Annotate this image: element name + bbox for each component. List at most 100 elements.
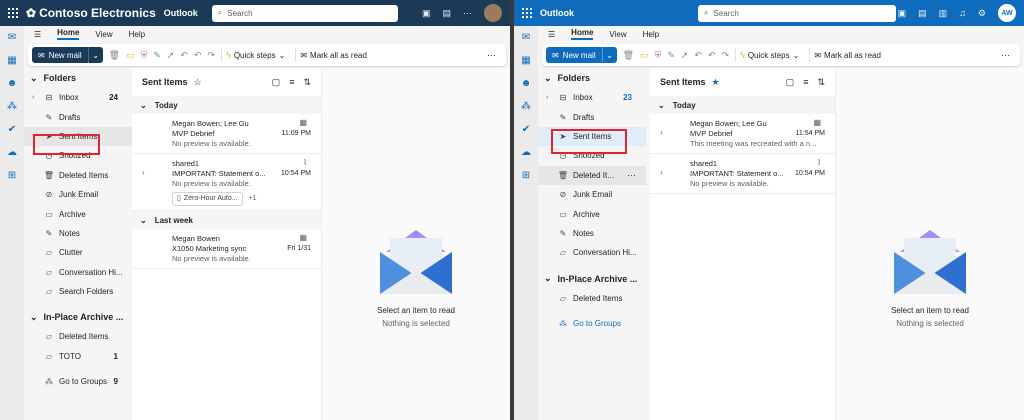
- mail-icon[interactable]: ✉: [5, 30, 19, 44]
- folder-search-folders[interactable]: ▱ Search Folders: [24, 282, 132, 301]
- folder-inbox[interactable]: › ⊟ Inbox 23: [538, 88, 646, 107]
- hamburger-icon[interactable]: ☰: [34, 30, 41, 39]
- search-box[interactable]: ⌕ Search: [698, 4, 896, 22]
- filter-icon[interactable]: ≡: [803, 77, 808, 88]
- reply-icon[interactable]: ↶: [694, 50, 702, 61]
- more-apps-icon[interactable]: ⊞: [519, 168, 533, 182]
- attachment-chip[interactable]: ▯ Zero-Hour Auto...: [172, 192, 243, 206]
- folder-conversation-history[interactable]: ▱ Conversation Hi...: [24, 263, 132, 282]
- move-icon[interactable]: ➚: [681, 50, 689, 61]
- archive-header[interactable]: ⌄ In-Place Archive ...: [24, 307, 132, 327]
- folders-header[interactable]: ⌄ Folders: [538, 68, 646, 88]
- folder-junk-email[interactable]: ⊘ Junk Email: [538, 185, 646, 204]
- folder-drafts[interactable]: ✎ Drafts: [24, 107, 132, 126]
- more-ribbon-icon[interactable]: ···: [1001, 50, 1010, 60]
- more-attachments[interactable]: +1: [249, 195, 257, 202]
- app-launcher-icon[interactable]: [514, 0, 540, 26]
- report-icon[interactable]: ⛨: [655, 50, 662, 61]
- todo-icon[interactable]: ✔: [5, 122, 19, 136]
- folder-junk-email[interactable]: ⊘ Junk Email: [24, 185, 132, 204]
- select-icon[interactable]: ▢: [786, 77, 795, 88]
- reply-all-icon[interactable]: ↶: [194, 50, 202, 61]
- hamburger-icon[interactable]: ☰: [548, 30, 555, 39]
- archive-folder-deleted-items[interactable]: ▱ Deleted Items: [24, 327, 132, 346]
- group-header-today[interactable]: ⌄ Today: [132, 96, 321, 114]
- avatar[interactable]: [484, 4, 502, 22]
- message-item[interactable]: Megan Bowen; Lee Gu MVP Debrief No previ…: [132, 114, 321, 154]
- calendar-icon[interactable]: ▦: [5, 53, 19, 67]
- folders-header[interactable]: ⌄ Folders: [24, 68, 132, 88]
- more-options-icon[interactable]: ···: [463, 8, 472, 18]
- delete-icon[interactable]: 🗑: [109, 50, 120, 61]
- mark-all-read-button[interactable]: ✉ Mark all as read: [809, 48, 885, 62]
- folder-snoozed[interactable]: ◷ Snoozed: [24, 146, 132, 165]
- meet-now-icon[interactable]: ▣: [898, 8, 907, 19]
- new-mail-button[interactable]: ✉ New mail ⌄: [32, 47, 103, 63]
- folder-sent-items[interactable]: ➤ Sent Items: [538, 126, 646, 147]
- search-box[interactable]: ⌕ Search: [211, 4, 398, 22]
- quick-steps-button[interactable]: ϟ Quick steps ⌄: [221, 48, 289, 62]
- new-mail-button[interactable]: ✉ New mail ⌄: [546, 47, 617, 63]
- archive-icon[interactable]: ▭: [126, 50, 135, 61]
- onedrive-icon[interactable]: ☁: [5, 145, 19, 159]
- move-icon[interactable]: ➚: [167, 50, 175, 61]
- todo-icon[interactable]: ✔: [519, 122, 533, 136]
- app-name[interactable]: Outlook: [164, 8, 198, 18]
- mark-all-read-button[interactable]: ✉ Mark all as read: [295, 48, 371, 62]
- groups-icon[interactable]: ⁂: [5, 99, 19, 113]
- reply-icon[interactable]: ↶: [180, 50, 188, 61]
- chevron-down-icon[interactable]: ⌄: [89, 51, 103, 60]
- people-icon[interactable]: ☻: [519, 76, 533, 90]
- folder-deleted-items[interactable]: 🗑 Deleted It... ···: [538, 165, 646, 185]
- my-day-icon[interactable]: ▤: [918, 8, 927, 19]
- favorite-star-icon[interactable]: ☆: [194, 77, 202, 88]
- avatar[interactable]: AW: [998, 4, 1016, 22]
- folder-clutter[interactable]: ▱ Clutter: [24, 243, 132, 262]
- tab-view[interactable]: View: [95, 30, 112, 39]
- report-icon[interactable]: ⛨: [141, 50, 148, 61]
- sweep-icon[interactable]: ✎: [667, 50, 675, 61]
- folder-archive[interactable]: ▭ Archive: [538, 204, 646, 223]
- more-apps-icon[interactable]: ⊞: [5, 168, 19, 182]
- reply-all-icon[interactable]: ↶: [708, 50, 716, 61]
- go-to-groups[interactable]: ⁂ Go to Groups: [538, 314, 646, 333]
- onedrive-icon[interactable]: ☁: [519, 145, 533, 159]
- favorite-star-icon[interactable]: ★: [712, 77, 720, 88]
- archive-header[interactable]: ⌄ In-Place Archive ...: [538, 269, 646, 289]
- folder-notes[interactable]: ✎ Notes: [24, 224, 132, 243]
- my-day-icon[interactable]: ▤: [442, 8, 451, 19]
- select-icon[interactable]: ▢: [272, 77, 281, 88]
- folder-archive[interactable]: ▭ Archive: [24, 204, 132, 223]
- chevron-down-icon[interactable]: ⌄: [603, 51, 617, 60]
- people-icon[interactable]: ☻: [5, 76, 19, 90]
- quick-steps-button[interactable]: ϟ Quick steps ⌄: [735, 48, 803, 62]
- teams-icon[interactable]: ▥: [939, 8, 948, 19]
- forward-icon[interactable]: ↷: [208, 50, 216, 61]
- delete-icon[interactable]: 🗑: [623, 50, 634, 61]
- chevron-right-icon[interactable]: ›: [546, 94, 548, 101]
- chevron-right-icon[interactable]: ›: [142, 168, 145, 178]
- mail-icon[interactable]: ✉: [519, 30, 533, 44]
- folder-deleted-items[interactable]: 🗑 Deleted Items: [24, 166, 132, 185]
- chevron-right-icon[interactable]: ›: [660, 168, 663, 178]
- bell-icon[interactable]: ♫: [959, 8, 966, 18]
- more-ribbon-icon[interactable]: ···: [487, 50, 496, 60]
- tab-view[interactable]: View: [609, 30, 626, 39]
- message-item[interactable]: › shared1 IMPORTANT: Statement o... No p…: [650, 154, 835, 194]
- folder-inbox[interactable]: › ⊟ Inbox 24: [24, 88, 132, 107]
- meet-now-icon[interactable]: ▣: [422, 8, 431, 19]
- group-header-today[interactable]: ⌄ Today: [650, 96, 835, 114]
- archive-folder-toto[interactable]: ▱ TOTO 1: [24, 347, 132, 366]
- tab-help[interactable]: Help: [643, 30, 659, 39]
- tab-home[interactable]: Home: [571, 28, 594, 40]
- sort-icon[interactable]: ⇅: [303, 77, 311, 88]
- more-options-icon[interactable]: ···: [627, 170, 636, 180]
- folder-conversation-history[interactable]: ▱ Conversation Hi...: [538, 243, 646, 262]
- message-item[interactable]: › shared1 IMPORTANT: Statement o... No p…: [132, 154, 321, 211]
- message-item[interactable]: Megan Bowen X1050 Marketing sync No prev…: [132, 229, 321, 269]
- chevron-right-icon[interactable]: ›: [32, 94, 34, 101]
- app-launcher-icon[interactable]: [0, 0, 26, 26]
- folder-snoozed[interactable]: ◷ Snoozed: [538, 146, 646, 165]
- folder-sent-items[interactable]: ➤ Sent Items: [24, 126, 132, 147]
- group-header-last-week[interactable]: ⌄ Last week: [132, 211, 321, 229]
